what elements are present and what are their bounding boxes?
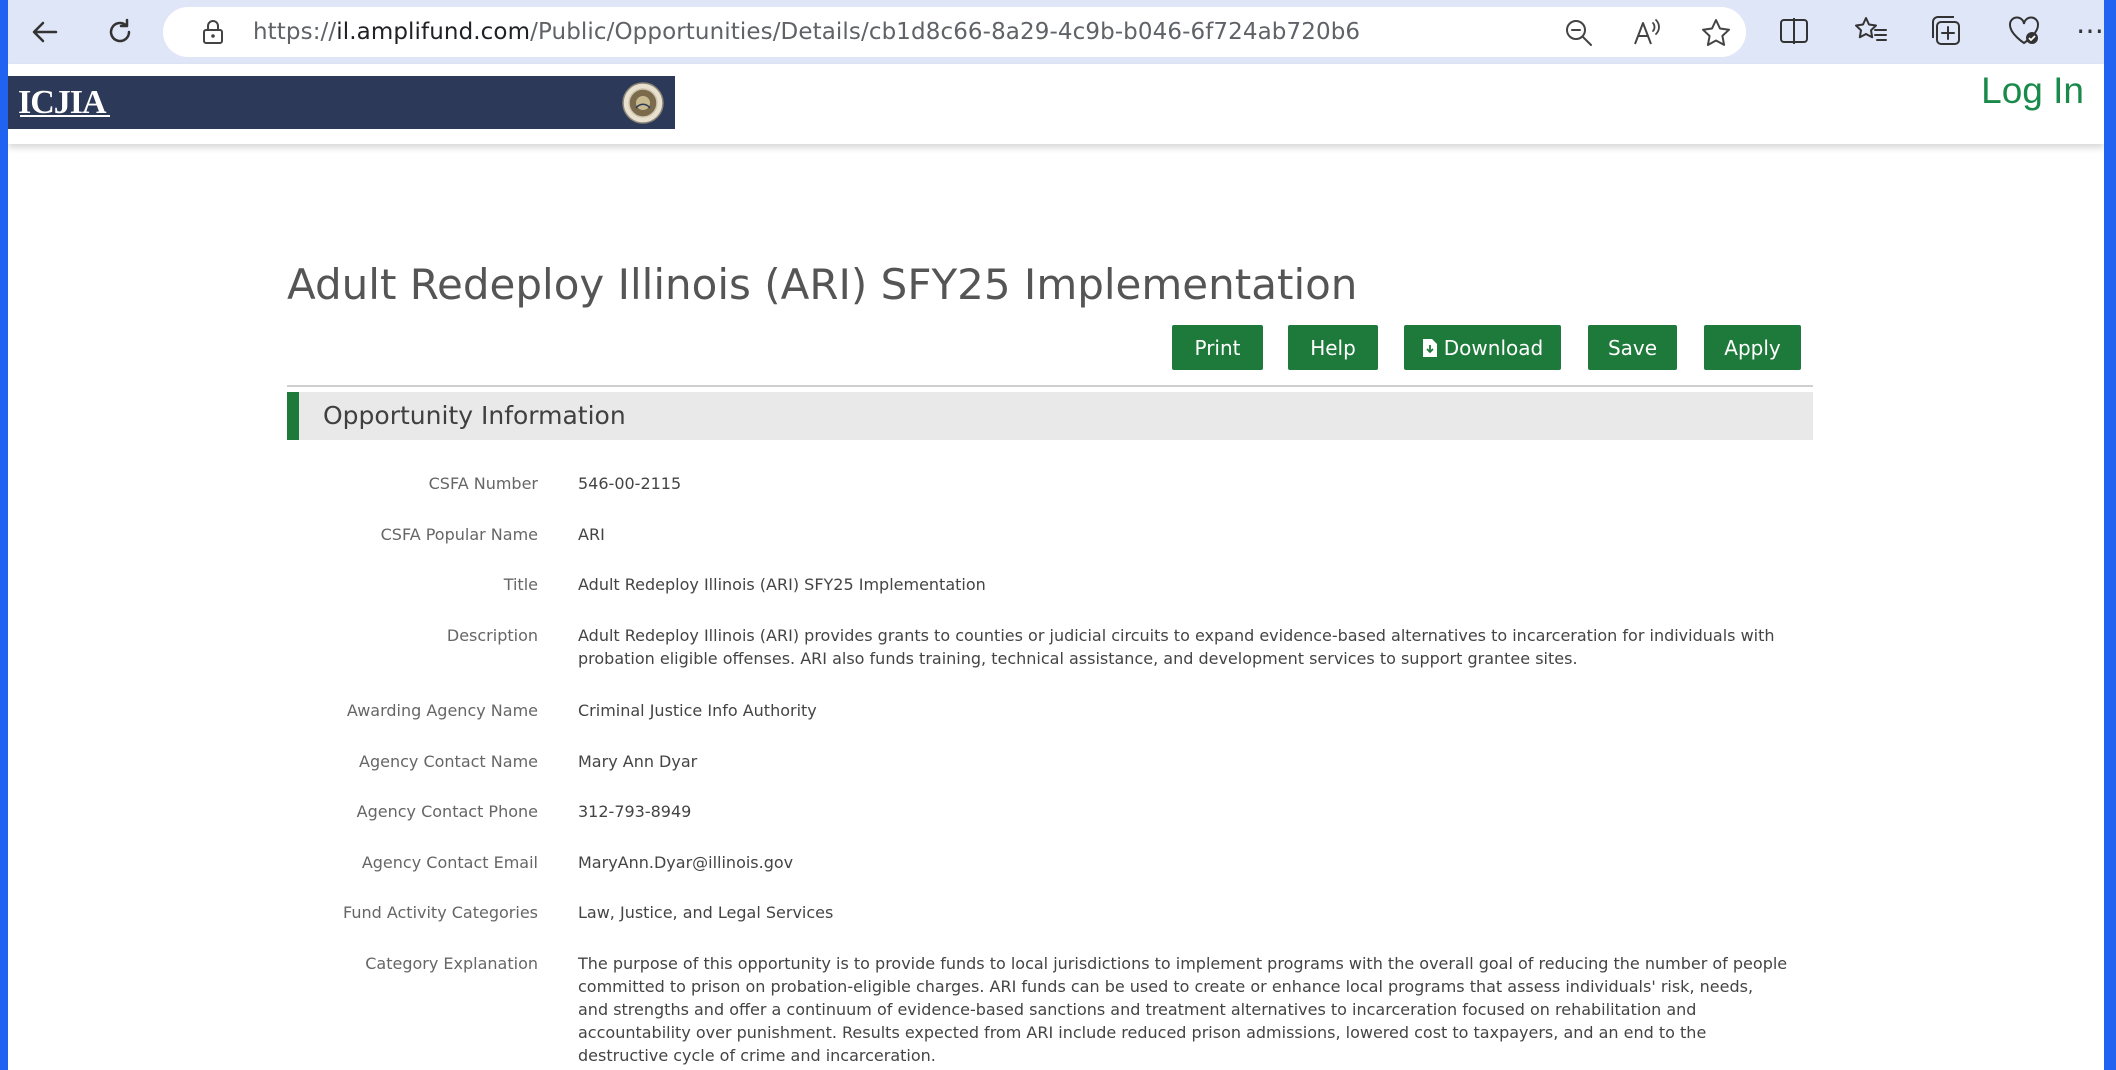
field-value-title: Adult Redeploy Illinois (ARI) SFY25 Impl… [578,575,986,594]
field-label-description: Description [446,626,538,645]
field-value-description: Adult Redeploy Illinois (ARI) provides g… [578,626,1775,668]
download-label: Download [1443,335,1544,360]
lock-icon[interactable] [201,19,225,45]
read-aloud-icon[interactable] [1631,17,1663,49]
favorite-star-icon[interactable] [1700,17,1732,49]
page-title: Adult Redeploy Illinois (ARI) SFY25 Impl… [287,260,1358,309]
more-options-icon[interactable]: ⋯ [2076,14,2104,47]
field-value-contact-phone: 312-793-8949 [578,802,692,821]
field-label-contact-name: Agency Contact Name [359,752,538,771]
section-accent-bar [287,392,299,440]
save-button[interactable]: Save [1588,325,1677,370]
print-button[interactable]: Print [1172,325,1263,370]
field-value-category-explanation: The purpose of this opportunity is to pr… [578,954,1788,1065]
help-button[interactable]: Help [1288,325,1378,370]
zoom-out-icon[interactable] [1563,17,1595,49]
section-header: Opportunity Information [287,392,1813,440]
favorites-icon[interactable] [1853,13,1889,49]
logo-banner[interactable]: ICJIA [8,76,675,129]
browser-screen: https://il.amplifund.com/Public/Opportun… [8,0,2104,1070]
field-value-contact-email: MaryAnn.Dyar@illinois.gov [578,853,794,872]
title-divider [287,385,1813,387]
field-value-csfa-popular-name: ARI [578,525,605,544]
field-label-csfa-number: CSFA Number [428,474,538,493]
url-text[interactable]: https://il.amplifund.com/Public/Opportun… [253,19,1360,45]
file-download-icon [1422,338,1437,357]
field-value-fund-activity: Law, Justice, and Legal Services [578,903,834,922]
field-label-contact-phone: Agency Contact Phone [356,802,538,821]
field-label-category-explanation: Category Explanation [365,954,538,973]
browser-toolbar: https://il.amplifund.com/Public/Opportun… [8,0,2104,64]
field-value-csfa-number: 546-00-2115 [578,474,682,493]
browser-essentials-icon[interactable] [2006,13,2042,49]
login-link[interactable]: Log In [1981,70,2084,112]
field-value-contact-name: Mary Ann Dyar [578,752,698,771]
address-bar[interactable]: https://il.amplifund.com/Public/Opportun… [163,7,1746,57]
split-screen-icon[interactable] [1776,13,1812,49]
download-button[interactable]: Download [1404,325,1561,370]
icjia-logo[interactable]: ICJIA [18,84,110,122]
collections-icon[interactable] [1929,13,1965,49]
field-value-awarding-agency: Criminal Justice Info Authority [578,701,817,720]
field-label-title: Title [503,575,538,594]
field-label-awarding-agency: Awarding Agency Name [346,701,538,720]
refresh-icon[interactable] [98,10,142,54]
apply-button[interactable]: Apply [1704,325,1801,370]
field-label-contact-email: Agency Contact Email [361,853,538,872]
state-seal-icon [622,82,664,124]
field-label-csfa-popular-name: CSFA Popular Name [380,525,538,544]
section-title: Opportunity Information [323,401,626,430]
field-label-fund-activity: Fund Activity Categories [342,903,538,922]
back-icon[interactable] [23,10,67,54]
site-header: ICJIA Log In [8,64,2104,144]
